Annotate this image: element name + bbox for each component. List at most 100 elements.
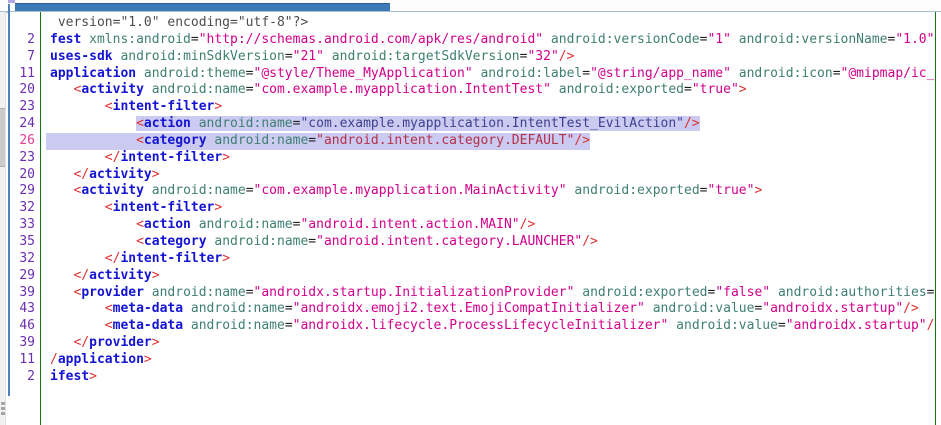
- code-line[interactable]: 11/application>: [10, 352, 941, 369]
- code-line[interactable]: 32 <intent-filter>: [10, 200, 941, 217]
- code-text[interactable]: </provider>: [50, 335, 160, 352]
- token-val: "false": [715, 285, 770, 300]
- token-val: "32": [527, 49, 558, 64]
- code-line[interactable]: 39 <provider android:name="androidx.star…: [10, 285, 941, 302]
- code-text[interactable]: </activity>: [50, 167, 160, 184]
- code-text[interactable]: </intent-filter>: [50, 251, 230, 268]
- token-decl: version="1.0" encoding="utf-8"?>: [50, 15, 308, 30]
- left-vertical-scrollbar[interactable]: [0, 12, 6, 425]
- token-delim: />: [574, 133, 590, 148]
- line-number: 29: [10, 268, 35, 285]
- line-number: 23: [10, 99, 35, 116]
- code-text[interactable]: <category android:name="android.intent.c…: [50, 133, 590, 150]
- token-delim: />: [903, 301, 919, 316]
- token-plain: [50, 301, 105, 316]
- token-attr: android:name: [214, 234, 308, 249]
- code-text[interactable]: /application>: [50, 352, 152, 369]
- code-text[interactable]: ifest>: [50, 369, 97, 386]
- code-line[interactable]: 24 <action android:name="com.example.mya…: [10, 116, 941, 133]
- token-tag: uses-sdk: [50, 49, 113, 64]
- code-line[interactable]: 32 </intent-filter>: [10, 251, 941, 268]
- code-line[interactable]: 26 <category android:name="android.inten…: [10, 133, 941, 150]
- code-text[interactable]: <category android:name="android.intent.c…: [50, 234, 598, 251]
- token-delim: >: [214, 99, 222, 114]
- line-number-current: 26: [10, 133, 35, 150]
- line-number: 35: [10, 234, 35, 251]
- token-delim: <: [136, 133, 144, 148]
- print-margin-line: [935, 12, 936, 425]
- code-line[interactable]: 23 </intent-filter>: [10, 150, 941, 167]
- token-delim: /: [50, 352, 58, 367]
- token-plain: [770, 285, 778, 300]
- code-line[interactable]: 11application android:theme="@style/Them…: [10, 66, 941, 83]
- code-text[interactable]: fest xmlns:android="http://schemas.andro…: [50, 32, 934, 49]
- token-val: "androidx.startup": [786, 318, 927, 333]
- xml-viewer-window: version="1.0" encoding="utf-8"?> 2fest xm…: [0, 0, 941, 425]
- code-text[interactable]: <meta-data android:name="androidx.lifecy…: [50, 318, 934, 335]
- code-line[interactable]: 2ifest>: [10, 369, 941, 386]
- token-plain: [81, 32, 89, 47]
- code-text[interactable]: uses-sdk android:minSdkVersion="21" andr…: [50, 49, 574, 66]
- code-line[interactable]: 20 </activity>: [10, 167, 941, 184]
- token-eq: =: [833, 66, 841, 81]
- code-text[interactable]: <intent-filter>: [50, 200, 222, 217]
- token-delim: >: [89, 369, 97, 384]
- code-line[interactable]: 39 </provider>: [10, 335, 941, 352]
- code-text[interactable]: version="1.0" encoding="utf-8"?>: [50, 15, 308, 32]
- code-line[interactable]: 29 <activity android:name="com.example.m…: [10, 183, 941, 200]
- code-line[interactable]: 7uses-sdk android:minSdkVersion="21" and…: [10, 49, 941, 66]
- line-number: 39: [10, 335, 35, 352]
- token-delim: </: [73, 268, 89, 283]
- token-delim: <: [136, 234, 144, 249]
- code-text[interactable]: application android:theme="@style/Theme_…: [50, 66, 934, 83]
- token-tag: activity: [81, 183, 144, 198]
- code-text[interactable]: </activity>: [50, 268, 160, 285]
- token-tag: activity: [81, 82, 144, 97]
- code-line[interactable]: 2fest xmlns:android="http://schemas.andr…: [10, 32, 941, 49]
- code-text[interactable]: </intent-filter>: [50, 150, 230, 167]
- code-editor[interactable]: version="1.0" encoding="utf-8"?> 2fest xm…: [10, 12, 941, 425]
- token-plain: [50, 183, 73, 198]
- line-number: 39: [10, 285, 35, 302]
- code-line[interactable]: 23 <intent-filter>: [10, 99, 941, 116]
- grip-dot: [1, 407, 5, 410]
- token-val: "http://schemas.android.com/apk/res/andr…: [199, 32, 543, 47]
- vscrollbar-thumb[interactable]: [0, 108, 5, 167]
- token-plain: [50, 200, 105, 215]
- code-text[interactable]: <activity android:name="com.example.myap…: [50, 183, 762, 200]
- token-val: "com.example.myapplication.IntentTest": [254, 82, 551, 97]
- token-tag: application: [50, 66, 136, 81]
- code-text[interactable]: <action android:name="android.intent.act…: [50, 217, 535, 234]
- token-plain: [144, 183, 152, 198]
- code-line[interactable]: 33 <action android:name="android.intent.…: [10, 217, 941, 234]
- code-text[interactable]: <intent-filter>: [50, 99, 222, 116]
- token-delim: />: [520, 217, 536, 232]
- gutter-separator-line: [40, 12, 41, 425]
- line-number: 11: [10, 352, 35, 369]
- code-line[interactable]: 29 </activity>: [10, 268, 941, 285]
- line-number: 33: [10, 217, 35, 234]
- line-number: 29: [10, 183, 35, 200]
- token-plain: [50, 234, 136, 249]
- token-tag: fest: [50, 32, 81, 47]
- token-delim: </: [73, 167, 89, 182]
- hscrollbar-thumb[interactable]: [15, 3, 390, 11]
- token-attr: android:name: [152, 82, 246, 97]
- code-line[interactable]: 46 <meta-data android:name="androidx.lif…: [10, 318, 941, 335]
- code-text[interactable]: <action android:name="com.example.myappl…: [50, 116, 700, 133]
- token-attr: android:exported: [582, 285, 707, 300]
- token-tag: action: [144, 217, 191, 232]
- code-text[interactable]: <activity android:name="com.example.myap…: [50, 82, 747, 99]
- token-tag: ifest: [50, 369, 89, 384]
- token-delim: <: [105, 200, 113, 215]
- code-line[interactable]: 43 <meta-data android:name="androidx.emo…: [10, 301, 941, 318]
- token-plain: [50, 251, 105, 266]
- code-line[interactable]: 35 <category android:name="android.inten…: [10, 234, 941, 251]
- token-val: "@mipmap/ic_: [841, 66, 935, 81]
- token-delim: </: [73, 335, 89, 350]
- token-attr: android:exported: [574, 183, 699, 198]
- code-text[interactable]: <provider android:name="androidx.startup…: [50, 285, 934, 302]
- code-text[interactable]: <meta-data android:name="androidx.emoji2…: [50, 301, 919, 318]
- code-line[interactable]: version="1.0" encoding="utf-8"?>: [10, 15, 941, 32]
- code-line[interactable]: 20 <activity android:name="com.example.m…: [10, 82, 941, 99]
